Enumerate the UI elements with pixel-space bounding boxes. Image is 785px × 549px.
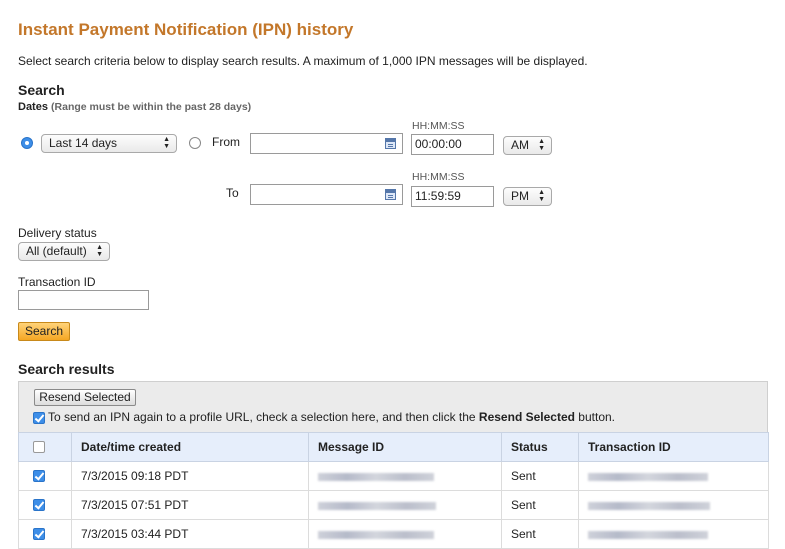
redacted-message-id [318,501,436,510]
from-ampm-select[interactable]: AM ▲ ▼ [503,136,552,155]
page-title: Instant Payment Notification (IPN) histo… [18,20,354,39]
intro-text: Select search criteria below to display … [18,54,588,68]
row-status: Sent [501,490,579,520]
from-label: From [212,135,240,149]
select-all-header [18,432,72,462]
from-time-value: 00:00:00 [415,137,462,151]
delivery-status-value: All (default) [26,244,87,258]
row-select-cell [18,490,72,520]
row-checkbox[interactable] [33,499,45,511]
from-time-format: HH:MM:SS [412,120,465,132]
to-label: To [226,186,239,200]
row-message-id [308,519,502,549]
delivery-status-label: Delivery status [18,226,97,240]
column-header-status[interactable]: Status [501,432,579,462]
row-transaction-id [578,490,769,520]
column-header-date[interactable]: Date/time created [71,432,309,462]
table-row[interactable]: 7/3/2015 09:18 PDT Sent [18,461,769,491]
dates-label-text: Dates [18,101,48,113]
range-radio[interactable] [21,137,33,149]
resend-selected-button[interactable]: Resend Selected [34,389,136,406]
row-transaction-id [578,461,769,491]
table-header-row: Date/time created Message ID Status Tran… [18,432,769,462]
search-button[interactable]: Search [18,322,70,341]
dates-label: Dates (Range must be within the past 28 … [18,101,251,113]
to-time-value: 11:59:59 [415,189,461,203]
column-header-message-id[interactable]: Message ID [308,432,502,462]
chevron-updown-icon: ▲ ▼ [538,189,545,203]
table-row[interactable]: 7/3/2015 03:44 PDT Sent [18,519,769,549]
transaction-id-input[interactable] [18,290,149,310]
to-date-input[interactable] [250,184,403,205]
search-heading: Search [18,82,65,98]
range-select[interactable]: Last 14 days ▲ ▼ [41,134,177,153]
transaction-id-label: Transaction ID [18,275,96,289]
to-ampm-select[interactable]: PM ▲ ▼ [503,187,552,206]
column-header-transaction-id[interactable]: Transaction ID [578,432,769,462]
select-all-checkbox[interactable] [33,441,45,453]
row-date: 7/3/2015 09:18 PDT [71,461,309,491]
row-status: Sent [501,519,579,549]
results-heading: Search results [18,361,115,377]
from-date-input[interactable] [250,133,403,154]
delivery-status-select[interactable]: All (default) ▲ ▼ [18,242,110,261]
results-table: Date/time created Message ID Status Tran… [18,432,769,549]
from-ampm-value: AM [511,138,529,152]
row-date: 7/3/2015 03:44 PDT [71,519,309,549]
row-message-id [308,461,502,491]
to-time-input[interactable]: 11:59:59 [411,186,494,207]
chevron-updown-icon: ▲ ▼ [96,244,103,258]
row-select-cell [18,461,72,491]
row-transaction-id [578,519,769,549]
chevron-updown-icon: ▲ ▼ [163,136,170,150]
to-ampm-value: PM [511,189,529,203]
row-checkbox[interactable] [33,528,45,540]
row-checkbox[interactable] [33,470,45,482]
from-time-input[interactable]: 00:00:00 [411,134,494,155]
range-select-value: Last 14 days [49,136,118,150]
instructions-bold: Resend Selected [478,410,575,424]
instructions-suffix: button. [574,410,615,424]
calendar-icon[interactable] [385,189,396,200]
from-radio[interactable] [189,137,201,149]
dates-hint: (Range must be within the past 28 days) [51,101,252,113]
resend-all-checkbox[interactable] [33,412,45,424]
instructions-prefix: To send an IPN again to a profile URL, c… [48,410,479,424]
row-date: 7/3/2015 07:51 PDT [71,490,309,520]
row-message-id [308,490,502,520]
redacted-transaction-id [588,472,708,481]
row-status: Sent [501,461,579,491]
to-time-format: HH:MM:SS [412,171,465,183]
row-select-cell [18,519,72,549]
calendar-icon[interactable] [385,138,396,149]
redacted-transaction-id [588,501,710,510]
resend-instructions: To send an IPN again to a profile URL, c… [48,410,615,424]
redacted-message-id [318,472,434,481]
table-row[interactable]: 7/3/2015 07:51 PDT Sent [18,490,769,520]
chevron-updown-icon: ▲ ▼ [538,138,545,152]
